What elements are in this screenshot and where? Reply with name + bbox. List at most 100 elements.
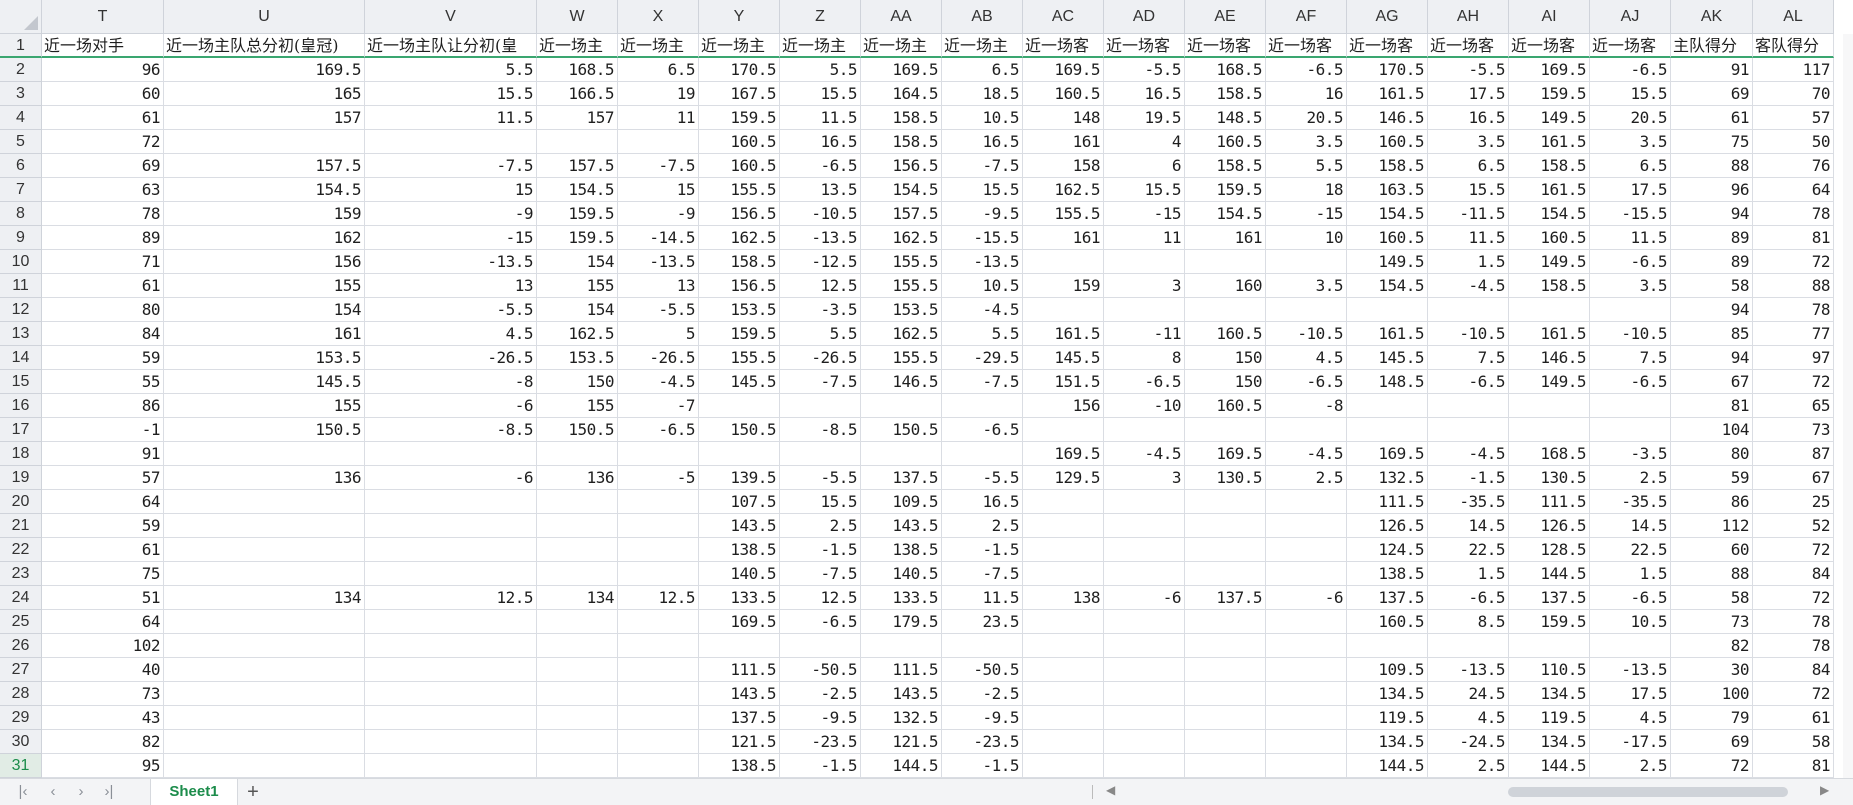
table-cell[interactable]: 57 [42, 466, 164, 490]
table-cell[interactable]: 69 [1671, 730, 1753, 754]
table-cell[interactable]: 14.5 [1428, 514, 1509, 538]
row-header[interactable]: 14 [0, 346, 42, 370]
table-cell[interactable]: 16.5 [942, 490, 1023, 514]
table-cell[interactable]: -1.5 [942, 538, 1023, 562]
table-cell[interactable]: -8.5 [780, 418, 861, 442]
table-cell[interactable] [537, 562, 618, 586]
table-cell[interactable]: 18 [1266, 178, 1347, 202]
table-cell[interactable]: 19 [618, 82, 699, 106]
table-cell[interactable]: 134 [537, 586, 618, 610]
table-cell[interactable] [1590, 634, 1671, 658]
table-cell[interactable] [1104, 418, 1185, 442]
table-cell[interactable]: 22.5 [1428, 538, 1509, 562]
table-cell[interactable]: 154 [537, 250, 618, 274]
table-cell[interactable]: 15 [618, 178, 699, 202]
table-cell[interactable]: 137.5 [1347, 586, 1428, 610]
table-cell[interactable]: -15 [1266, 202, 1347, 226]
table-cell[interactable] [365, 730, 537, 754]
table-cell[interactable]: 91 [42, 442, 164, 466]
table-cell[interactable]: -6.5 [1590, 370, 1671, 394]
table-cell[interactable]: 12.5 [780, 274, 861, 298]
table-cell[interactable]: 160.5 [1023, 82, 1104, 106]
table-cell[interactable]: 139.5 [699, 466, 780, 490]
table-cell[interactable] [1023, 730, 1104, 754]
table-cell[interactable]: 60 [42, 82, 164, 106]
horizontal-scrollbar-thumb[interactable] [1508, 787, 1788, 797]
table-cell[interactable]: 96 [1671, 178, 1753, 202]
header-cell[interactable]: 近一场主 [780, 34, 861, 58]
table-cell[interactable] [861, 442, 942, 466]
table-cell[interactable] [365, 490, 537, 514]
table-cell[interactable]: -17.5 [1590, 730, 1671, 754]
table-cell[interactable]: 168.5 [537, 58, 618, 82]
row-header[interactable]: 28 [0, 682, 42, 706]
table-cell[interactable] [164, 706, 365, 730]
table-cell[interactable]: 159.5 [1185, 178, 1266, 202]
table-cell[interactable]: 148.5 [1347, 370, 1428, 394]
table-cell[interactable]: -10.5 [1266, 322, 1347, 346]
table-cell[interactable] [1185, 298, 1266, 322]
table-cell[interactable] [1185, 754, 1266, 778]
table-cell[interactable] [1347, 634, 1428, 658]
table-cell[interactable]: -1.5 [780, 538, 861, 562]
table-cell[interactable]: -7.5 [780, 370, 861, 394]
table-cell[interactable] [1266, 730, 1347, 754]
table-cell[interactable]: 3.5 [1590, 274, 1671, 298]
table-cell[interactable]: 144.5 [1509, 562, 1590, 586]
table-cell[interactable]: 137.5 [861, 466, 942, 490]
table-cell[interactable] [1266, 538, 1347, 562]
table-cell[interactable] [1104, 490, 1185, 514]
column-header-ah[interactable]: AH [1428, 0, 1509, 34]
table-cell[interactable]: 156.5 [861, 154, 942, 178]
table-cell[interactable]: 15.5 [1590, 82, 1671, 106]
table-cell[interactable] [1590, 394, 1671, 418]
table-cell[interactable]: 111.5 [861, 658, 942, 682]
table-cell[interactable]: 130.5 [1509, 466, 1590, 490]
table-cell[interactable]: 134.5 [1347, 682, 1428, 706]
table-cell[interactable]: 4.5 [365, 322, 537, 346]
table-cell[interactable]: 2.5 [1428, 754, 1509, 778]
table-cell[interactable]: 143.5 [699, 514, 780, 538]
table-cell[interactable]: -6.5 [1266, 58, 1347, 82]
table-cell[interactable]: 17.5 [1590, 682, 1671, 706]
table-cell[interactable]: 155 [164, 274, 365, 298]
table-cell[interactable]: 150 [1185, 370, 1266, 394]
table-cell[interactable]: 133.5 [861, 586, 942, 610]
table-cell[interactable] [618, 706, 699, 730]
table-cell[interactable]: 109.5 [861, 490, 942, 514]
table-cell[interactable]: 154.5 [1509, 202, 1590, 226]
table-cell[interactable]: 154.5 [1347, 202, 1428, 226]
table-cell[interactable]: 69 [42, 154, 164, 178]
table-cell[interactable]: 158.5 [861, 130, 942, 154]
table-cell[interactable]: -6.5 [942, 418, 1023, 442]
table-cell[interactable]: 2.5 [1590, 466, 1671, 490]
table-cell[interactable] [365, 130, 537, 154]
table-cell[interactable]: 159 [1023, 274, 1104, 298]
table-cell[interactable]: 88 [1753, 274, 1834, 298]
spreadsheet-grid[interactable]: T U V W X Y Z AA AB AC AD AE AF AG AH AI AJ AK AL 1 近一场对手 近一… [0, 0, 1853, 778]
table-cell[interactable]: -4.5 [942, 298, 1023, 322]
table-cell[interactable]: 58 [1671, 586, 1753, 610]
table-cell[interactable]: 72 [1753, 682, 1834, 706]
table-cell[interactable]: 159.5 [699, 106, 780, 130]
table-cell[interactable]: 144.5 [861, 754, 942, 778]
table-cell[interactable] [1104, 634, 1185, 658]
table-cell[interactable]: 70 [1753, 82, 1834, 106]
table-cell[interactable] [365, 682, 537, 706]
table-cell[interactable] [1023, 562, 1104, 586]
table-cell[interactable] [1104, 658, 1185, 682]
header-cell[interactable]: 近一场主 [618, 34, 699, 58]
table-cell[interactable]: 60 [1671, 538, 1753, 562]
table-cell[interactable]: 148 [1023, 106, 1104, 130]
table-cell[interactable]: 72 [1671, 754, 1753, 778]
table-cell[interactable]: 107.5 [699, 490, 780, 514]
table-cell[interactable]: 110.5 [1509, 658, 1590, 682]
table-cell[interactable] [942, 394, 1023, 418]
table-cell[interactable]: 15.5 [1428, 178, 1509, 202]
table-cell[interactable]: -35.5 [1590, 490, 1671, 514]
table-cell[interactable]: 59 [42, 514, 164, 538]
table-cell[interactable]: 87 [1753, 442, 1834, 466]
table-cell[interactable]: -7 [618, 394, 699, 418]
table-cell[interactable] [618, 490, 699, 514]
table-cell[interactable]: -50.5 [780, 658, 861, 682]
